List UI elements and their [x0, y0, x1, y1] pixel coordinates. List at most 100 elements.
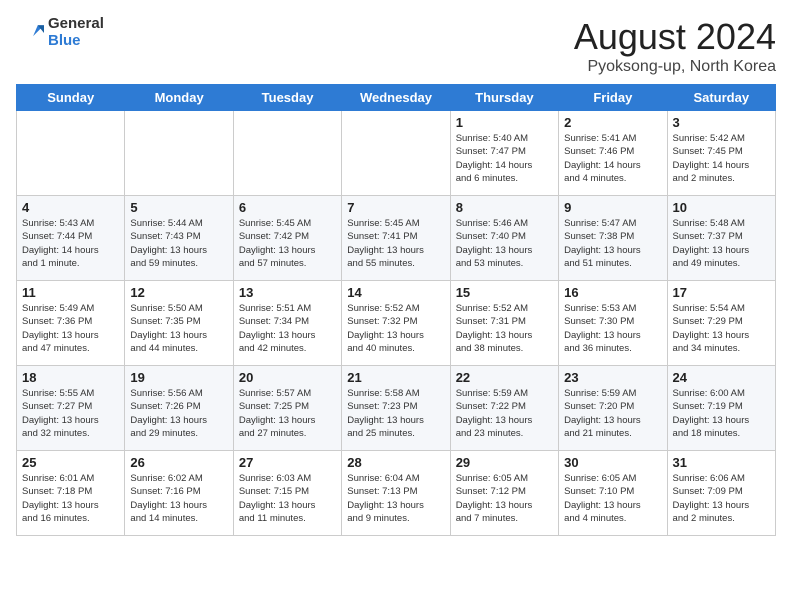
day-number: 17: [673, 285, 770, 300]
day-number: 12: [130, 285, 227, 300]
logo-general-text: General: [48, 16, 104, 33]
day-info: Sunrise: 5:55 AM Sunset: 7:27 PM Dayligh…: [22, 387, 119, 440]
calendar-cell: 19 Sunrise: 5:56 AM Sunset: 7:26 PM Dayli…: [125, 366, 233, 451]
calendar-cell: 18 Sunrise: 5:55 AM Sunset: 7:27 PM Dayli…: [17, 366, 125, 451]
calendar-cell: 17 Sunrise: 5:54 AM Sunset: 7:29 PM Dayli…: [667, 281, 775, 366]
logo-blue-text: Blue: [48, 33, 104, 50]
day-info: Sunrise: 6:04 AM Sunset: 7:13 PM Dayligh…: [347, 472, 444, 525]
day-info: Sunrise: 5:42 AM Sunset: 7:45 PM Dayligh…: [673, 132, 770, 185]
day-info: Sunrise: 5:49 AM Sunset: 7:36 PM Dayligh…: [22, 302, 119, 355]
calendar-cell: 11Sunrise: 5:49 AM Sunset: 7:36 PM Dayli…: [17, 281, 125, 366]
day-info: Sunrise: 6:00 AM Sunset: 7:19 PM Dayligh…: [673, 387, 770, 440]
day-info: Sunrise: 5:52 AM Sunset: 7:32 PM Dayligh…: [347, 302, 444, 355]
day-number: 13: [239, 285, 336, 300]
day-info: Sunrise: 5:56 AM Sunset: 7:26 PM Dayligh…: [130, 387, 227, 440]
calendar-cell: 23Sunrise: 5:59 AM Sunset: 7:20 PM Dayli…: [559, 366, 667, 451]
calendar-cell: 29 Sunrise: 6:05 AM Sunset: 7:12 PM Dayli…: [450, 451, 558, 536]
calendar-cell: 26Sunrise: 6:02 AM Sunset: 7:16 PM Dayli…: [125, 451, 233, 536]
day-number: 3: [673, 115, 770, 130]
day-number: 20: [239, 370, 336, 385]
day-number: 10: [673, 200, 770, 215]
page-header: General Blue August 2024 Pyoksong-up, No…: [16, 16, 776, 76]
day-number: 4: [22, 200, 119, 215]
day-info: Sunrise: 5:58 AM Sunset: 7:23 PM Dayligh…: [347, 387, 444, 440]
day-number: 21: [347, 370, 444, 385]
calendar-cell: [17, 111, 125, 196]
calendar-cell: 27 Sunrise: 6:03 AM Sunset: 7:15 PM Dayli…: [233, 451, 341, 536]
day-number: 19: [130, 370, 227, 385]
calendar-cell: 22Sunrise: 5:59 AM Sunset: 7:22 PM Dayli…: [450, 366, 558, 451]
calendar-cell: 15 Sunrise: 5:52 AM Sunset: 7:31 PM Dayli…: [450, 281, 558, 366]
calendar-week-row: 4 Sunrise: 5:43 AM Sunset: 7:44 PM Daylig…: [17, 196, 776, 281]
day-number: 30: [564, 455, 661, 470]
day-number: 27: [239, 455, 336, 470]
day-number: 23: [564, 370, 661, 385]
calendar-table: SundayMondayTuesdayWednesdayThursdayFrid…: [16, 84, 776, 536]
day-number: 28: [347, 455, 444, 470]
day-number: 15: [456, 285, 553, 300]
day-info: Sunrise: 5:52 AM Sunset: 7:31 PM Dayligh…: [456, 302, 553, 355]
calendar-cell: 28 Sunrise: 6:04 AM Sunset: 7:13 PM Dayli…: [342, 451, 450, 536]
calendar-cell: 31 Sunrise: 6:06 AM Sunset: 7:09 PM Dayli…: [667, 451, 775, 536]
day-number: 25: [22, 455, 119, 470]
day-info: Sunrise: 5:53 AM Sunset: 7:30 PM Dayligh…: [564, 302, 661, 355]
day-number: 9: [564, 200, 661, 215]
calendar-week-row: 1Sunrise: 5:40 AM Sunset: 7:47 PM Daylig…: [17, 111, 776, 196]
day-info: Sunrise: 5:54 AM Sunset: 7:29 PM Dayligh…: [673, 302, 770, 355]
calendar-cell: 9 Sunrise: 5:47 AM Sunset: 7:38 PM Daylig…: [559, 196, 667, 281]
day-number: 6: [239, 200, 336, 215]
weekday-header-sunday: Sunday: [17, 85, 125, 111]
day-info: Sunrise: 6:03 AM Sunset: 7:15 PM Dayligh…: [239, 472, 336, 525]
day-info: Sunrise: 6:05 AM Sunset: 7:12 PM Dayligh…: [456, 472, 553, 525]
day-info: Sunrise: 5:47 AM Sunset: 7:38 PM Dayligh…: [564, 217, 661, 270]
day-number: 16: [564, 285, 661, 300]
day-info: Sunrise: 6:06 AM Sunset: 7:09 PM Dayligh…: [673, 472, 770, 525]
calendar-cell: 10 Sunrise: 5:48 AM Sunset: 7:37 PM Dayli…: [667, 196, 775, 281]
logo-text: General Blue: [48, 16, 104, 49]
calendar-cell: [233, 111, 341, 196]
calendar-cell: 24 Sunrise: 6:00 AM Sunset: 7:19 PM Dayli…: [667, 366, 775, 451]
day-info: Sunrise: 5:43 AM Sunset: 7:44 PM Dayligh…: [22, 217, 119, 270]
calendar-week-row: 18 Sunrise: 5:55 AM Sunset: 7:27 PM Dayli…: [17, 366, 776, 451]
calendar-cell: 30 Sunrise: 6:05 AM Sunset: 7:10 PM Dayli…: [559, 451, 667, 536]
calendar-cell: 25Sunrise: 6:01 AM Sunset: 7:18 PM Dayli…: [17, 451, 125, 536]
calendar-cell: [125, 111, 233, 196]
day-number: 26: [130, 455, 227, 470]
day-number: 2: [564, 115, 661, 130]
day-info: Sunrise: 5:59 AM Sunset: 7:22 PM Dayligh…: [456, 387, 553, 440]
day-info: Sunrise: 5:46 AM Sunset: 7:40 PM Dayligh…: [456, 217, 553, 270]
day-info: Sunrise: 5:57 AM Sunset: 7:25 PM Dayligh…: [239, 387, 336, 440]
day-info: Sunrise: 5:44 AM Sunset: 7:43 PM Dayligh…: [130, 217, 227, 270]
logo-icon: [16, 19, 44, 47]
calendar-cell: 4 Sunrise: 5:43 AM Sunset: 7:44 PM Daylig…: [17, 196, 125, 281]
day-info: Sunrise: 5:48 AM Sunset: 7:37 PM Dayligh…: [673, 217, 770, 270]
day-info: Sunrise: 6:05 AM Sunset: 7:10 PM Dayligh…: [564, 472, 661, 525]
calendar-week-row: 25Sunrise: 6:01 AM Sunset: 7:18 PM Dayli…: [17, 451, 776, 536]
calendar-cell: 20 Sunrise: 5:57 AM Sunset: 7:25 PM Dayli…: [233, 366, 341, 451]
day-info: Sunrise: 5:51 AM Sunset: 7:34 PM Dayligh…: [239, 302, 336, 355]
weekday-header-monday: Monday: [125, 85, 233, 111]
calendar-cell: 3 Sunrise: 5:42 AM Sunset: 7:45 PM Daylig…: [667, 111, 775, 196]
weekday-header-thursday: Thursday: [450, 85, 558, 111]
title-section: August 2024 Pyoksong-up, North Korea: [574, 16, 776, 76]
calendar-cell: 21 Sunrise: 5:58 AM Sunset: 7:23 PM Dayli…: [342, 366, 450, 451]
day-number: 7: [347, 200, 444, 215]
day-number: 14: [347, 285, 444, 300]
weekday-header-friday: Friday: [559, 85, 667, 111]
day-number: 5: [130, 200, 227, 215]
calendar-cell: 6 Sunrise: 5:45 AM Sunset: 7:42 PM Daylig…: [233, 196, 341, 281]
calendar-cell: 12Sunrise: 5:50 AM Sunset: 7:35 PM Dayli…: [125, 281, 233, 366]
day-number: 31: [673, 455, 770, 470]
day-number: 24: [673, 370, 770, 385]
day-number: 29: [456, 455, 553, 470]
day-number: 18: [22, 370, 119, 385]
calendar-cell: 7 Sunrise: 5:45 AM Sunset: 7:41 PM Daylig…: [342, 196, 450, 281]
location-title: Pyoksong-up, North Korea: [574, 58, 776, 76]
calendar-cell: 8Sunrise: 5:46 AM Sunset: 7:40 PM Daylig…: [450, 196, 558, 281]
calendar-cell: [342, 111, 450, 196]
day-info: Sunrise: 5:45 AM Sunset: 7:41 PM Dayligh…: [347, 217, 444, 270]
logo: General Blue: [16, 16, 104, 49]
calendar-cell: 13 Sunrise: 5:51 AM Sunset: 7:34 PM Dayli…: [233, 281, 341, 366]
day-info: Sunrise: 5:45 AM Sunset: 7:42 PM Dayligh…: [239, 217, 336, 270]
weekday-header-saturday: Saturday: [667, 85, 775, 111]
